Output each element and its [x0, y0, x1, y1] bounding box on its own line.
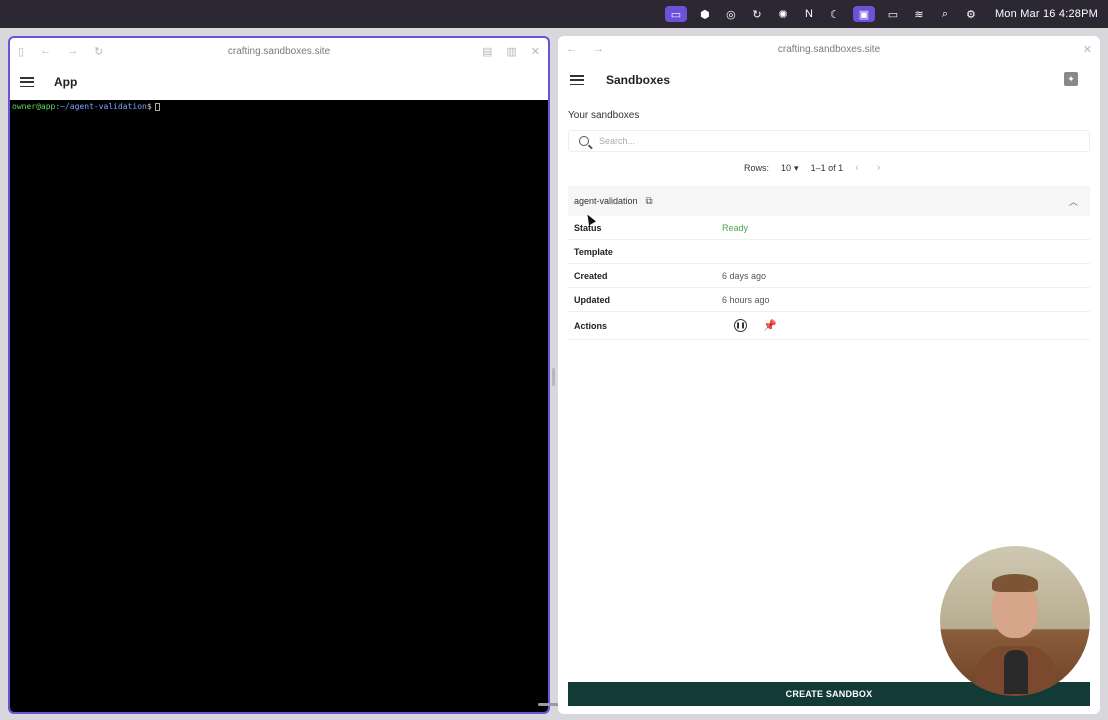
spiral-icon[interactable]: ◎ — [723, 6, 739, 22]
control-center-icon[interactable]: ⚙ — [963, 6, 979, 22]
page-range: 1–1 of 1 — [810, 163, 844, 173]
split-view-icon[interactable]: ▥ — [506, 45, 516, 58]
rows-per-page-select[interactable]: 10 ▾ — [781, 163, 799, 174]
search-placeholder: Search... — [599, 136, 636, 146]
pause-icon[interactable]: ❚❚ — [734, 319, 747, 332]
field-row-created: Created 6 days ago — [568, 264, 1090, 288]
extension-icon[interactable]: ✦ — [1064, 72, 1078, 86]
rows-per-page-value: 10 — [781, 163, 792, 173]
menu-bar: ▭ ⬢ ◎ ↻ ✺ N ☾ ▣ ▭ ≋ ⌕ ⚙ Mon Mar 16 4:28P… — [0, 0, 1108, 28]
field-label: Template — [574, 246, 613, 257]
window-switcher-icon[interactable]: ▣ — [852, 6, 875, 22]
field-label: Updated — [574, 294, 610, 305]
pin-icon[interactable]: 📌 — [763, 319, 777, 332]
field-row-template: Template — [568, 240, 1090, 264]
back-arrow-icon[interactable]: ← — [566, 43, 577, 55]
chevron-up-icon[interactable]: ︿ — [1069, 195, 1078, 208]
search-icon[interactable]: ⌕ — [937, 6, 953, 22]
pagination: Rows: 10 ▾ 1–1 of 1 ‹ › — [744, 162, 880, 174]
close-icon[interactable]: ✕ — [531, 45, 540, 58]
sandbox-card-header[interactable]: agent-validation ⧉ ︿ — [568, 186, 1090, 216]
forward-arrow-icon[interactable]: → — [67, 45, 78, 58]
terminal[interactable]: owner@app:~/agent-validation$ — [10, 100, 548, 712]
status-badge: Ready — [722, 222, 749, 233]
right-url-text: crafting.sandboxes.site — [777, 43, 881, 55]
sandbox-card: agent-validation ⧉ ︿ Status Ready Templa… — [568, 186, 1090, 340]
terminal-path: :~/agent-validation — [55, 102, 147, 111]
sandboxes-header: Sandboxes ✦ — [558, 62, 1100, 98]
field-row-actions: Actions ❚❚ 📌 — [568, 312, 1090, 340]
external-link-icon[interactable]: ⧉ — [646, 196, 653, 207]
battery-icon[interactable]: ▭ — [885, 6, 901, 22]
close-icon[interactable]: ✕ — [1083, 43, 1092, 56]
openai-icon[interactable]: ✺ — [775, 6, 791, 22]
search-icon — [579, 136, 589, 146]
webcam-overlay — [940, 546, 1090, 696]
field-row-status: Status Ready — [568, 216, 1090, 240]
left-url-bar: ▯ ← → ↻ crafting.sandboxes.site ▤ ▥ ✕ — [10, 38, 548, 64]
search-input[interactable]: Search... — [568, 130, 1090, 152]
field-label: Status — [574, 222, 602, 233]
notion-icon[interactable]: N — [801, 6, 817, 22]
terminal-user-host: owner@app — [12, 102, 56, 111]
terminal-prompt: $ — [146, 102, 152, 111]
app-window: ▯ ← → ↻ crafting.sandboxes.site ▤ ▥ ✕ Ap… — [8, 36, 550, 714]
menubar-clock[interactable]: Mon Mar 16 4:28PM — [995, 8, 1098, 20]
sandbox-name[interactable]: agent-validation — [574, 196, 638, 206]
field-row-updated: Updated 6 hours ago — [568, 288, 1090, 312]
section-title: Your sandboxes — [568, 110, 640, 121]
prev-page-icon[interactable]: ‹ — [855, 162, 859, 174]
page-title: Sandboxes — [606, 73, 671, 87]
field-label: Actions — [574, 320, 608, 331]
forward-arrow-icon[interactable]: → — [593, 43, 604, 55]
screen-recording-icon[interactable]: ▭ — [664, 6, 687, 22]
sidebar-toggle-icon[interactable]: ▯ — [18, 45, 24, 58]
split-divider-handle[interactable] — [552, 368, 555, 386]
field-value: 6 hours ago — [722, 294, 770, 305]
status-tray: ▭ ⬢ ◎ ↻ ✺ N ☾ ▣ ▭ ≋ ⌕ ⚙ Mon Mar 16 4:28P… — [664, 6, 1098, 22]
left-app-header: App — [10, 64, 548, 100]
menu-icon[interactable] — [20, 77, 34, 87]
terminal-cursor — [154, 102, 160, 111]
right-url-bar: ← → crafting.sandboxes.site ✕ — [558, 36, 1100, 62]
field-value: 6 days ago — [722, 270, 767, 281]
page-title: App — [54, 75, 78, 89]
moon-icon[interactable]: ☾ — [827, 6, 843, 22]
wifi-icon[interactable]: ≋ — [911, 6, 927, 22]
back-arrow-icon[interactable]: ← — [40, 45, 51, 58]
refresh-app-icon[interactable]: ↻ — [749, 6, 765, 22]
field-label: Created — [574, 270, 608, 281]
reader-icon[interactable]: ▤ — [482, 45, 492, 58]
next-page-icon[interactable]: › — [877, 162, 881, 174]
box-icon[interactable]: ⬢ — [697, 6, 713, 22]
rows-label: Rows: — [744, 163, 770, 173]
menu-icon[interactable] — [570, 75, 584, 85]
reload-icon[interactable]: ↻ — [94, 45, 103, 58]
chevron-down-icon: ▾ — [794, 162, 799, 173]
